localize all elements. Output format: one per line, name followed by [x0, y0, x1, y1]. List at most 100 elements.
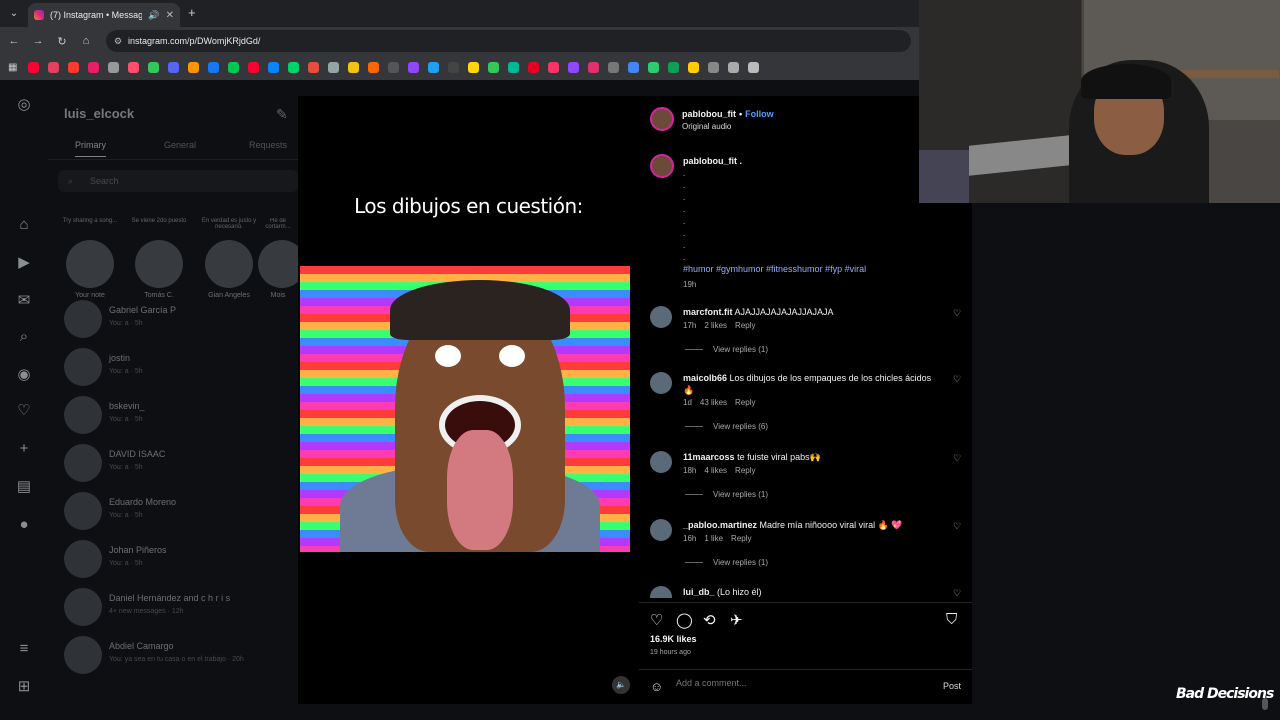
- conversation-item[interactable]: Abdiel Camargo You: ya sea en tu casa o e…: [48, 631, 298, 679]
- bookmark-icon[interactable]: [188, 62, 199, 73]
- note-item[interactable]: He de cortarm... Mois: [258, 218, 298, 299]
- commenter-username[interactable]: marcfont.fit: [683, 307, 733, 317]
- back-icon[interactable]: ←: [8, 35, 20, 47]
- comment-likes[interactable]: 4 likes: [704, 466, 727, 475]
- browser-tab[interactable]: (7) Instagram • Messages 🔊 ✕: [28, 3, 180, 27]
- author-avatar[interactable]: [650, 107, 674, 131]
- post-comment-button[interactable]: Post: [943, 681, 961, 691]
- bookmark-icon[interactable]: [328, 62, 339, 73]
- create-icon[interactable]: +: [15, 440, 33, 458]
- author-avatar[interactable]: [650, 154, 674, 178]
- comment-input[interactable]: [676, 678, 926, 688]
- instagram-logo-icon[interactable]: ◎: [15, 96, 33, 114]
- home-nav-icon[interactable]: ⌂: [15, 216, 33, 234]
- bookmark-icon[interactable]: [148, 62, 159, 73]
- view-replies-button[interactable]: View replies (6): [685, 422, 768, 431]
- bookmark-icon[interactable]: [308, 62, 319, 73]
- tab-search-icon[interactable]: ⌄: [6, 6, 22, 22]
- bookmark-icon[interactable]: [108, 62, 119, 73]
- audio-playing-icon[interactable]: 🔊: [148, 10, 159, 21]
- conversation-item[interactable]: Daniel Hernández and c h r i s 4+ new mes…: [48, 583, 298, 631]
- audio-toggle-icon[interactable]: 🔈: [612, 676, 630, 694]
- caption-hashtags[interactable]: #humor #gymhumor #fitnesshumor #fyp #vir…: [683, 264, 866, 274]
- repost-icon[interactable]: ⟲: [703, 611, 716, 629]
- bookmark-icon[interactable]: [468, 62, 479, 73]
- site-info-icon[interactable]: ⚙: [114, 30, 122, 52]
- comment-likes[interactable]: 2 likes: [704, 321, 727, 330]
- dashboard-icon[interactable]: ▤: [15, 478, 33, 496]
- follow-button[interactable]: Follow: [745, 109, 774, 119]
- bookmark-icon[interactable]: [128, 62, 139, 73]
- conversation-item[interactable]: Gabriel García P You: a · 5h: [48, 295, 298, 343]
- commenter-avatar[interactable]: [650, 372, 672, 394]
- author-username[interactable]: pablobou_fit: [682, 109, 736, 119]
- reply-button[interactable]: Reply: [735, 398, 755, 407]
- explore-icon[interactable]: ◉: [15, 366, 33, 384]
- bookmark-icon[interactable]: [88, 62, 99, 73]
- note-item[interactable]: Se viene 2do puesto Tomás C.: [129, 218, 189, 299]
- bookmark-icon[interactable]: [588, 62, 599, 73]
- bookmark-icon[interactable]: [388, 62, 399, 73]
- close-tab-icon[interactable]: ✕: [166, 10, 174, 21]
- bookmark-icon[interactable]: [708, 62, 719, 73]
- comment-like-heart-icon[interactable]: ♡: [953, 374, 961, 385]
- reload-icon[interactable]: ↻: [56, 35, 68, 48]
- comment-like-heart-icon[interactable]: ♡: [953, 588, 961, 598]
- bookmark-icon[interactable]: [448, 62, 459, 73]
- share-icon[interactable]: ✈: [730, 611, 743, 629]
- bookmark-icon[interactable]: [368, 62, 379, 73]
- bookmark-icon[interactable]: [528, 62, 539, 73]
- bookmark-icon[interactable]: [248, 62, 259, 73]
- reply-button[interactable]: Reply: [735, 466, 755, 475]
- bookmark-icon[interactable]: [608, 62, 619, 73]
- home-icon[interactable]: ⌂: [80, 35, 92, 47]
- url-field[interactable]: ⚙ instagram.com/p/DWomjKRjdGd/: [106, 30, 911, 52]
- bookmark-icon[interactable]: [208, 62, 219, 73]
- profile-avatar[interactable]: ●: [15, 516, 33, 534]
- bookmark-icon[interactable]: [748, 62, 759, 73]
- commenter-avatar[interactable]: [650, 451, 672, 473]
- bookmark-icon[interactable]: [288, 62, 299, 73]
- bookmark-icon[interactable]: [548, 62, 559, 73]
- bookmark-icon[interactable]: [568, 62, 579, 73]
- apps-icon[interactable]: ▦: [8, 62, 19, 73]
- search-nav-icon[interactable]: ⌕: [15, 328, 33, 346]
- caption-username[interactable]: pablobou_fit .: [683, 156, 742, 166]
- commenter-avatar[interactable]: [650, 519, 672, 541]
- bookmark-icon[interactable]: [48, 62, 59, 73]
- commenter-username[interactable]: lui_db_: [683, 587, 715, 597]
- comment-like-heart-icon[interactable]: ♡: [953, 521, 961, 532]
- notifications-heart-icon[interactable]: ♡: [15, 402, 33, 420]
- bookmark-icon[interactable]: [68, 62, 79, 73]
- compose-icon[interactable]: ✎: [276, 106, 288, 123]
- commenter-username[interactable]: 11maarcoss: [683, 452, 735, 462]
- forward-icon[interactable]: →: [32, 35, 44, 47]
- conversation-item[interactable]: Johan Piñeros You: a · 5h: [48, 535, 298, 583]
- view-replies-button[interactable]: View replies (1): [685, 558, 768, 567]
- note-item[interactable]: Try sharing a song... Your note: [60, 218, 120, 299]
- reply-button[interactable]: Reply: [731, 534, 751, 543]
- conversation-item[interactable]: DAVID ISAAC You: a · 5h: [48, 439, 298, 487]
- reels-icon[interactable]: ▶: [15, 254, 33, 272]
- bookmark-icon[interactable]: [728, 62, 739, 73]
- search-input[interactable]: ⌕ Search: [58, 170, 298, 192]
- comment-likes[interactable]: 1 like: [704, 534, 723, 543]
- bookmark-icon[interactable]: [508, 62, 519, 73]
- commenter-username[interactable]: maicolb66: [683, 373, 727, 383]
- original-audio-link[interactable]: Original audio: [682, 122, 731, 131]
- bookmark-icon[interactable]: [408, 62, 419, 73]
- bookmark-icon[interactable]: [648, 62, 659, 73]
- comment-icon[interactable]: ◯: [676, 611, 693, 629]
- like-heart-icon[interactable]: ♡: [650, 611, 663, 629]
- conversation-item[interactable]: bskevin_ You: a · 5h: [48, 391, 298, 439]
- tab-primary[interactable]: Primary: [75, 140, 106, 157]
- conversation-item[interactable]: jostin You: a · 5h: [48, 343, 298, 391]
- also-from-meta-icon[interactable]: ⊞: [15, 678, 33, 696]
- reply-button[interactable]: Reply: [735, 321, 755, 330]
- bookmark-icon[interactable]: [268, 62, 279, 73]
- likes-count[interactable]: 16.9K likes: [650, 634, 697, 644]
- comment-likes[interactable]: 43 likes: [700, 398, 727, 407]
- commenter-avatar[interactable]: [650, 586, 672, 598]
- post-media[interactable]: Los dibujos en cuestión: 🔈: [298, 96, 639, 704]
- bookmark-icon[interactable]: [668, 62, 679, 73]
